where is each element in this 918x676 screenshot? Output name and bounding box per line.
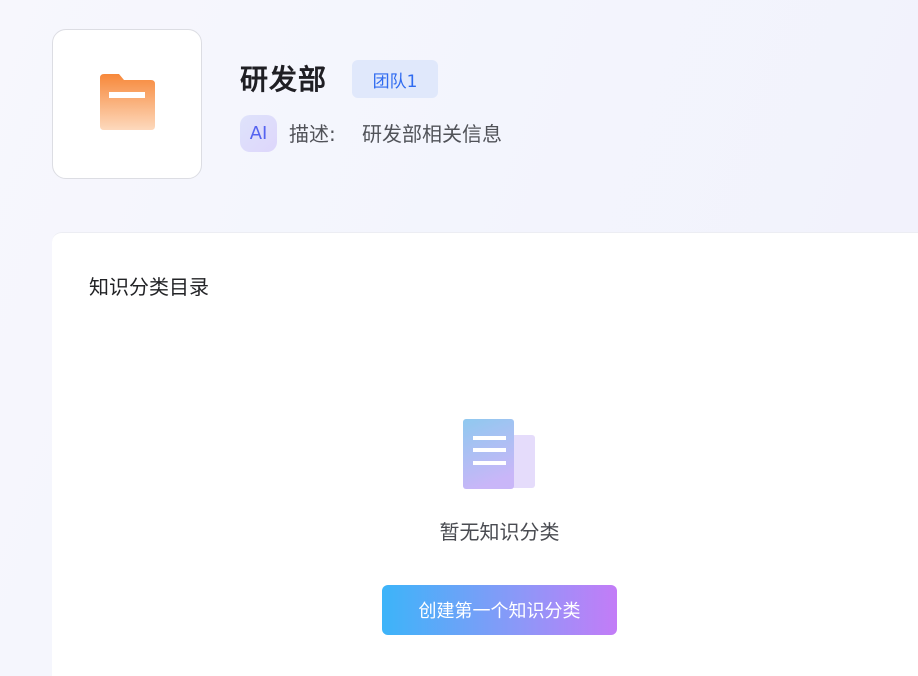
description-label: 描述: [289, 122, 336, 146]
create-first-category-button[interactable]: 创建第一个知识分类 [382, 585, 617, 635]
team-badge[interactable]: 团队1 [352, 60, 438, 98]
knowledge-catalog-panel: 知识分类目录 暂无知识分类 创建第一个知识分类 [52, 232, 918, 676]
folder-icon [100, 74, 155, 130]
document-stack-icon [463, 419, 535, 489]
department-icon-card [52, 29, 202, 179]
page-title: 研发部 [240, 63, 328, 96]
ai-badge[interactable]: AI [240, 115, 277, 152]
description-value: 研发部相关信息 [362, 122, 502, 146]
empty-state-text: 暂无知识分类 [439, 520, 560, 544]
section-title: 知识分类目录 [89, 275, 209, 299]
